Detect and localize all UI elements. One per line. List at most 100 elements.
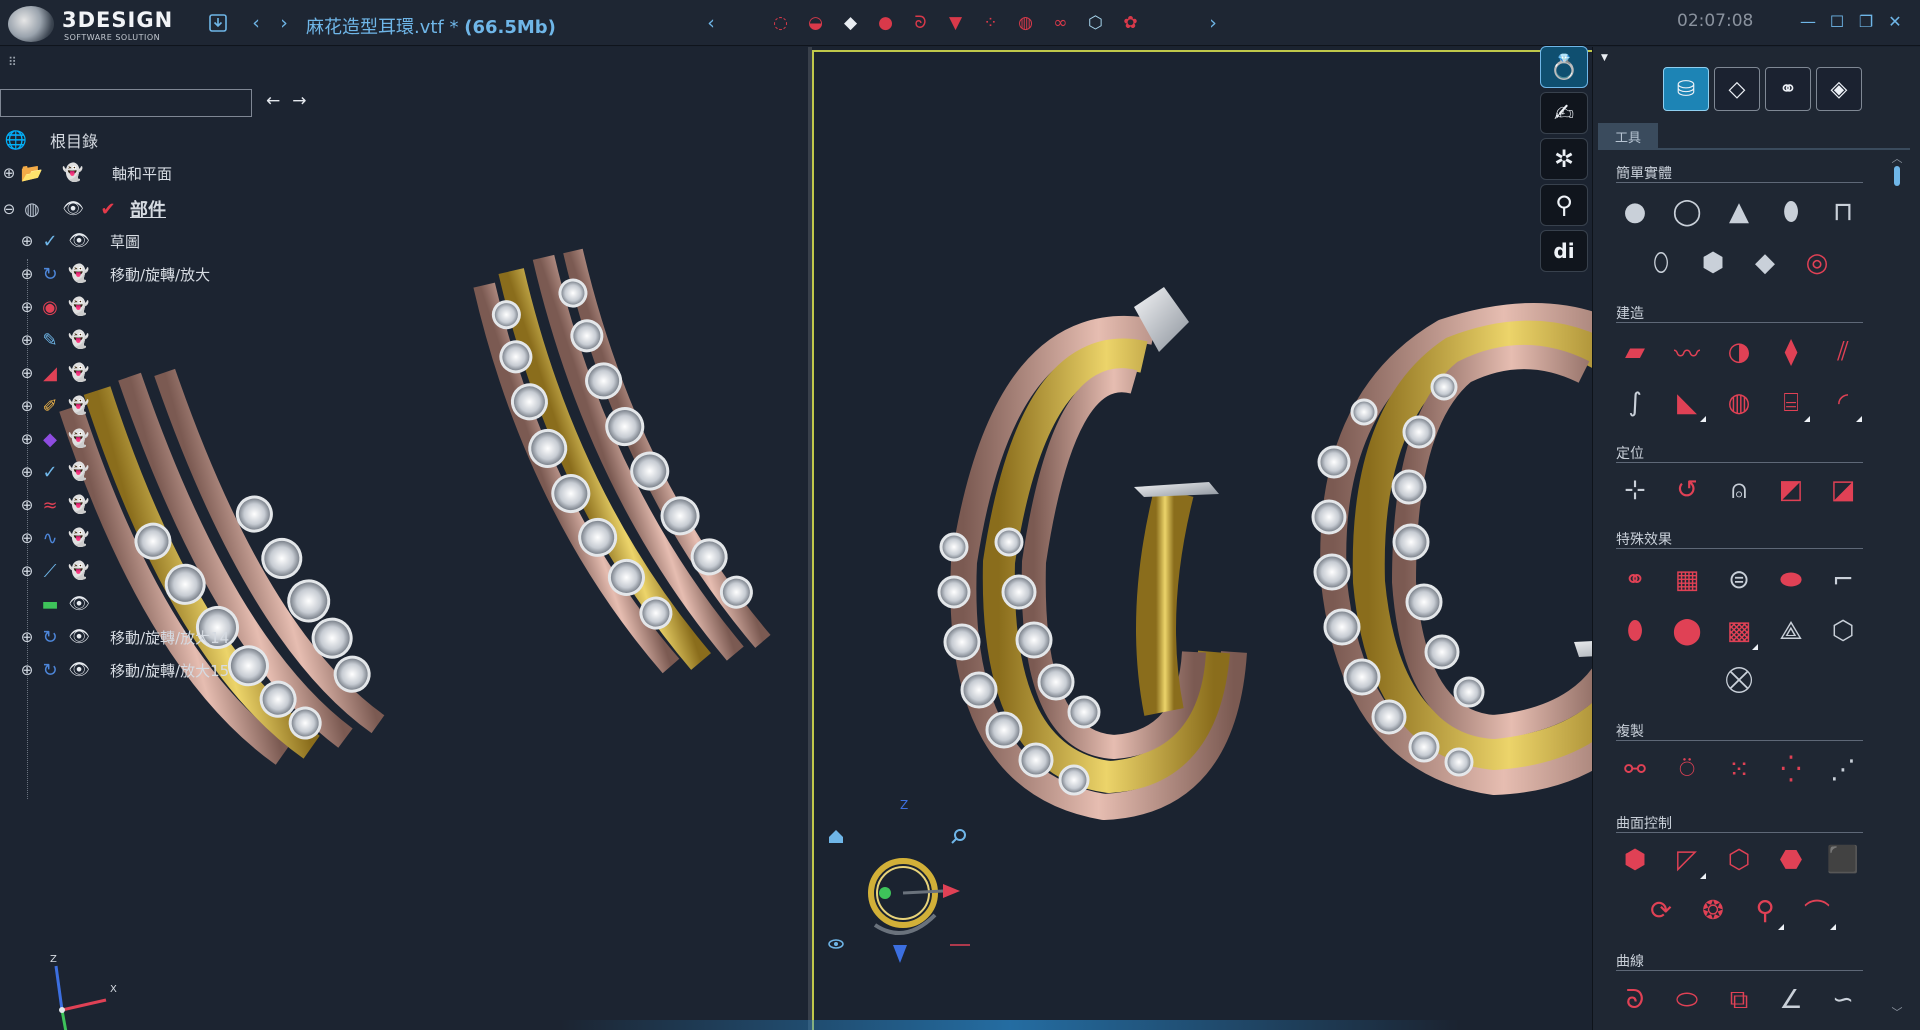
expand-icon[interactable]: ⊕ — [18, 529, 36, 547]
tree-item[interactable]: ⊕ ◢ 👻 — [18, 358, 94, 388]
back-icon[interactable]: ‹ — [243, 10, 269, 36]
copy-grid-icon[interactable]: ⁙ — [1720, 751, 1758, 789]
freehand-curve-icon[interactable]: ᘐ — [1616, 981, 1654, 1019]
swirl-icon[interactable]: ᘐ — [908, 10, 933, 35]
ghost-icon[interactable]: 👻 — [64, 396, 94, 416]
expand-icon[interactable]: ⊕ — [18, 496, 36, 514]
spin-icon[interactable]: ⟳ — [1642, 892, 1680, 930]
tree-item[interactable]: ⊕ ◆ 👻 — [18, 424, 94, 454]
checkmark-icon[interactable]: ✔ — [94, 199, 122, 220]
scroll-up-icon[interactable]: ︿ — [1890, 150, 1904, 166]
save-icon[interactable] — [205, 10, 231, 36]
tree-item-parts[interactable]: ⊖ ◍ 👁 ✔ 部件 — [0, 194, 166, 224]
tree-item-axes[interactable]: ⊕ 📂 👻 軸和平面 — [0, 158, 172, 188]
scroll-thumb[interactable] — [1894, 166, 1900, 186]
sweep-icon[interactable]: 〰 — [1668, 333, 1706, 371]
mesh-mode-icon[interactable]: ✲ — [1540, 138, 1588, 180]
lattice-icon[interactable]: ⬡ — [1824, 612, 1862, 650]
move-icon[interactable]: ⊹ — [1616, 471, 1654, 509]
copy-linear-icon[interactable]: ⚯ — [1616, 751, 1654, 789]
pipe-icon[interactable]: ⌸ — [1772, 384, 1810, 422]
toolbar-scroll-right-icon[interactable]: › — [1200, 10, 1226, 36]
box-icon[interactable]: ⬢ — [1694, 244, 1732, 282]
ghost-icon[interactable]: 👻 — [64, 561, 94, 581]
ghost-icon[interactable]: 👻 — [64, 462, 94, 482]
ring-category-icon[interactable]: ⚭ — [1765, 67, 1811, 111]
pyramid-icon[interactable]: ◆ — [1746, 244, 1784, 282]
push-icon[interactable]: ⬛ — [1824, 841, 1862, 879]
mirror-place-icon[interactable]: ◪ — [1824, 471, 1862, 509]
copy-rotate-icon[interactable]: ⍥ — [1668, 751, 1706, 789]
ghost-icon[interactable]: 👻 — [64, 528, 94, 548]
grid-icon[interactable]: ⠿ — [8, 55, 17, 69]
scroll-down-icon[interactable]: ﹀ — [1890, 1004, 1904, 1020]
diamond-category-icon[interactable]: ◈ — [1816, 67, 1862, 111]
ghost-icon[interactable]: 👻 — [64, 297, 94, 317]
expand-icon[interactable]: ⊕ — [18, 562, 36, 580]
tools-scrollbar[interactable]: ︿ ﹀ — [1890, 150, 1904, 1020]
tube-icon[interactable]: ⊓ — [1824, 193, 1862, 231]
expand-icon[interactable]: ⊕ — [18, 331, 36, 349]
hatch-icon[interactable]: ▦ — [1668, 561, 1706, 599]
tree-item[interactable]: ⊕ ⟋ 👻 — [18, 556, 94, 586]
expand-icon[interactable]: ⊕ — [18, 232, 36, 250]
wire-icon[interactable]: ⟁ — [1772, 612, 1810, 650]
solids-category-icon[interactable]: ⛁ — [1663, 67, 1709, 111]
capsule-icon[interactable]: ⬯ — [1642, 244, 1680, 282]
ghost-icon[interactable]: 👻 — [64, 429, 94, 449]
restore-icon[interactable]: ❐ — [1855, 10, 1877, 32]
tree-item[interactable]: ⊕ ✎ 👻 — [18, 325, 94, 355]
tab-tools[interactable]: 工具 — [1598, 123, 1658, 149]
expand-icon[interactable]: ⊕ — [18, 298, 36, 316]
arrow-right-icon[interactable]: → — [292, 91, 306, 111]
tree-search-input[interactable] — [0, 89, 252, 117]
tree-item-transform-14[interactable]: ⊕ ↻ 👁 移動/旋轉/放大14 — [18, 622, 230, 652]
box-deform-icon[interactable]: ⬡ — [1720, 841, 1758, 879]
shell-icon[interactable]: ⊜ — [1720, 561, 1758, 599]
gem-category-icon[interactable]: ◇ — [1714, 67, 1760, 111]
left-viewport[interactable]: ⠿ ← → 🌐 根目錄 ⊕ 📂 👻 軸和平面 ⊖ ◍ 👁 ✔ 部件 ⊕ ✓ 👁 — [0, 47, 810, 1030]
ghost-icon[interactable]: 👻 — [64, 363, 94, 383]
eye-icon[interactable]: 👁 — [64, 627, 94, 647]
cube-icon[interactable]: ⬡ — [1083, 10, 1108, 35]
twist-icon[interactable]: ◒ — [803, 10, 828, 35]
orbit-eye-icon[interactable] — [828, 939, 844, 949]
tree-item[interactable]: ▬ 👁 — [36, 589, 94, 619]
expand-icon[interactable]: ⊕ — [18, 628, 36, 646]
sketch-mode-icon[interactable]: ✍ — [1540, 92, 1588, 134]
taper-icon[interactable]: ⬣ — [1772, 841, 1810, 879]
expand-icon[interactable]: ⊕ — [18, 397, 36, 415]
bend-icon[interactable]: ◜ — [1824, 384, 1862, 422]
place-on-icon[interactable]: ◩ — [1772, 471, 1810, 509]
align-icon[interactable]: ⍝ — [1720, 471, 1758, 509]
tree-item-sketch[interactable]: ⊕ ✓ 👁 草圖 — [18, 226, 140, 256]
blob-icon[interactable]: ◍ — [1720, 384, 1758, 422]
loft-icon[interactable]: ⧫ — [1772, 333, 1810, 371]
copy-circle-icon[interactable]: ⁛ — [1772, 751, 1810, 789]
tree-item-transform-15[interactable]: ⊕ ↻ 👁 移動/旋轉/放大15 — [18, 655, 230, 685]
render-mode-icon[interactable]: ⚲ — [1540, 184, 1588, 226]
wrap-icon[interactable]: ❂ — [1694, 892, 1732, 930]
revolve-icon[interactable]: ◑ — [1720, 333, 1758, 371]
gem-cluster-icon[interactable]: ● — [873, 10, 898, 35]
flow-icon[interactable]: ⚲ — [1746, 892, 1784, 930]
rotate-icon[interactable]: ↺ — [1668, 471, 1706, 509]
sphere-icon[interactable]: ● — [1616, 193, 1654, 231]
extrude-icon[interactable]: ▰ — [1616, 333, 1654, 371]
frame-curve-icon[interactable]: ⧉ — [1720, 981, 1758, 1019]
drop-icon[interactable]: ▼ — [943, 10, 968, 35]
di-mode-icon[interactable]: di — [1540, 230, 1588, 272]
maximize-icon[interactable]: ☐ — [1826, 10, 1848, 32]
tree-root[interactable]: 🌐 根目錄 — [2, 125, 98, 155]
patch-icon[interactable]: ◣ — [1668, 384, 1706, 422]
ghost-icon[interactable]: 👻 — [58, 163, 88, 183]
eye-icon[interactable]: 👁 — [64, 231, 94, 251]
navigation-gizmo[interactable]: Z — [825, 795, 1005, 995]
spline-curve-icon[interactable]: ∽ — [1824, 981, 1862, 1019]
zoom-icon[interactable] — [951, 829, 966, 844]
toolbar-scroll-left-icon[interactable]: ‹ — [698, 10, 724, 36]
cylinder-icon[interactable]: ⬮ — [1772, 193, 1810, 231]
copy-curve-icon[interactable]: ⋰ — [1824, 751, 1862, 789]
ring-solid-icon[interactable]: ◎ — [1798, 244, 1836, 282]
cage-icon[interactable]: ⬢ — [1616, 841, 1654, 879]
